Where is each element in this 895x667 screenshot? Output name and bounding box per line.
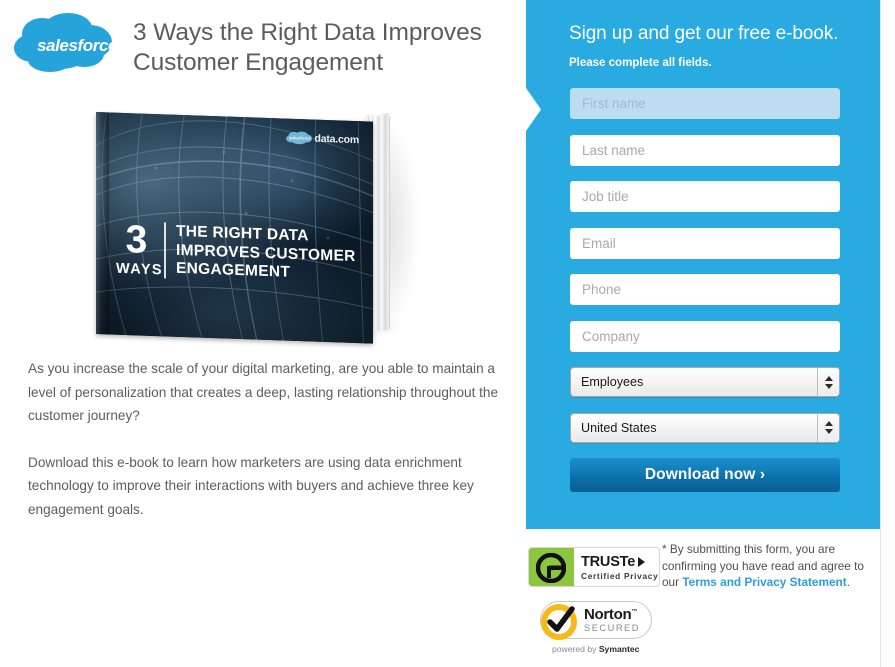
salesforce-cloud-logo: salesforce (12, 12, 116, 74)
norton-title-row: Norton™ (584, 607, 640, 622)
truste-certified-privacy-badge[interactable]: TRUSTe Certified Privacy (528, 547, 660, 587)
content-column: salesforce 3 Ways the Right Data Improve… (0, 0, 526, 667)
stepper-arrows-icon[interactable] (817, 413, 839, 442)
book-spine-shading (96, 112, 109, 335)
page-header: salesforce 3 Ways the Right Data Improve… (12, 12, 512, 78)
job-title-input[interactable]: Job title (570, 181, 840, 212)
truste-green-block (529, 548, 574, 586)
phone-placeholder: Phone (582, 282, 622, 297)
stepper-arrows-icon[interactable] (817, 368, 839, 396)
svg-text:salesforce: salesforce (289, 135, 311, 141)
cover-title-block: 3 WAYS THE RIGHT DATA IMPROVES CUSTOMER … (116, 218, 356, 285)
page-right-edge (880, 0, 895, 667)
legal-disclaimer: * By submitting this form, you are confi… (662, 541, 880, 591)
company-placeholder: Company (582, 328, 640, 344)
norton-checkmark-icon (541, 604, 577, 640)
landing-page: salesforce 3 Ways the Right Data Improve… (0, 0, 895, 667)
symantec-brand: Symantec (598, 644, 640, 654)
cover-headline-line3: ENGAGEMENT (176, 260, 291, 282)
powered-by-prefix: powered by (552, 644, 599, 654)
terms-and-privacy-link[interactable]: Terms and Privacy Statement (682, 575, 846, 589)
cover-headline: THE RIGHT DATA IMPROVES CUSTOMER ENGAGEM… (176, 223, 356, 285)
country-select[interactable]: United States (570, 412, 840, 443)
truste-title: TRUSTe (581, 553, 636, 570)
first-name-input[interactable]: First name (570, 88, 840, 119)
truste-subtitle: Certified Privacy (581, 570, 659, 581)
body-paragraph-2: Download this e-book to learn how market… (28, 454, 474, 517)
norton-text-block: Norton™ SECURED (584, 607, 640, 633)
norton-subtitle: SECURED (584, 622, 640, 633)
phone-input[interactable]: Phone (570, 274, 840, 305)
page-title-line2: Customer Engagement (133, 49, 384, 76)
first-name-placeholder: First name (582, 96, 646, 111)
cover-salesforce-cloud-icon: salesforce (285, 131, 312, 145)
email-input[interactable]: Email (570, 227, 840, 259)
truste-e-icon (536, 553, 566, 583)
email-placeholder: Email (582, 235, 616, 251)
last-name-input[interactable]: Last name (570, 134, 840, 166)
body-copy: As you increase the scale of your digita… (28, 357, 500, 521)
norton-secured-badge[interactable]: Norton™ SECURED powered by Symantec (540, 601, 652, 654)
trademark-symbol: ™ (631, 608, 638, 615)
employees-select[interactable]: Employees (570, 367, 840, 397)
cover-number-block: 3 WAYS (116, 218, 164, 279)
norton-title: Norton (584, 605, 632, 623)
truste-title-row: TRUSTe (581, 554, 658, 570)
chevron-down-icon (824, 383, 833, 389)
download-now-button[interactable]: Download now › (570, 458, 840, 492)
employees-select-value: Employees (581, 375, 644, 389)
svg-text:salesforce: salesforce (37, 36, 116, 55)
page-title-line1: 3 Ways the Right Data Improves (133, 19, 482, 46)
cover-divider-rule (164, 222, 166, 279)
trust-badges-area: TRUSTe Certified Privacy Norton™ SECURED (526, 529, 880, 667)
cover-datacom-label: data.com (314, 132, 360, 147)
cover-datacom-logo: salesforce data.com (285, 131, 360, 148)
job-title-placeholder: Job title (582, 189, 629, 204)
norton-powered-by: powered by Symantec (552, 644, 652, 654)
body-paragraph-1: As you increase the scale of your digita… (28, 361, 499, 423)
cover-number: 3 (125, 218, 147, 262)
form-fields: First name Last name Job title Email Pho… (570, 88, 840, 492)
chevron-up-icon (824, 375, 833, 381)
country-select-value: United States (581, 420, 657, 435)
chevron-up-icon (824, 421, 833, 426)
chevron-down-icon (824, 429, 833, 434)
play-arrow-icon (638, 556, 646, 567)
page-title: 3 Ways the Right Data Improves Customer … (133, 12, 482, 78)
signup-form-panel: Sign up and get our free e-book. Please … (526, 0, 880, 529)
last-name-placeholder: Last name (582, 142, 646, 158)
truste-text-block: TRUSTe Certified Privacy (574, 554, 658, 581)
legal-suffix: . (846, 575, 850, 589)
company-input[interactable]: Company (570, 320, 840, 352)
cover-ways-label: WAYS (116, 260, 163, 279)
form-title: Sign up and get our free e-book. (569, 23, 839, 44)
form-subtitle: Please complete all fields. (569, 57, 712, 69)
ebook-cover-image: salesforce data.com 3 WAYS THE RIGHT DAT… (96, 112, 416, 344)
book-front-cover: salesforce data.com 3 WAYS THE RIGHT DAT… (96, 112, 373, 344)
norton-badge-outline: Norton™ SECURED (540, 601, 652, 640)
